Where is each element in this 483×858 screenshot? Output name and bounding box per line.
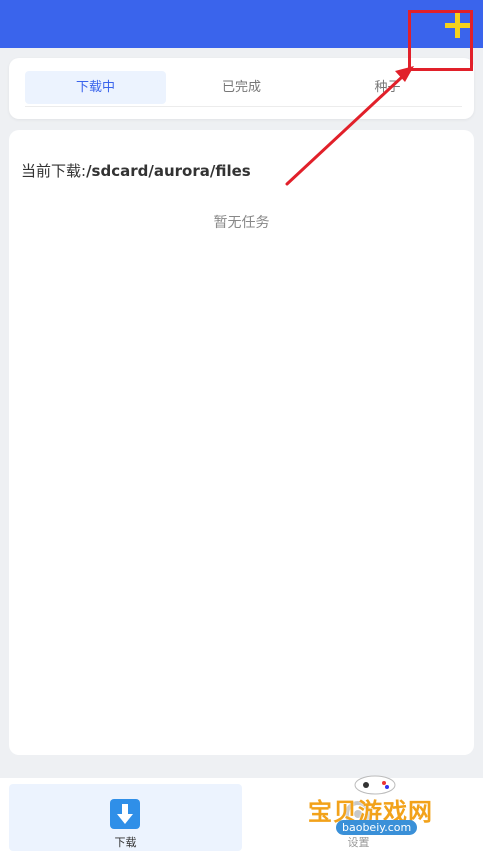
watermark-url: baobeiy.com xyxy=(336,820,418,835)
watermark-logo: 宝贝游戏网 baobeiy.com xyxy=(300,768,460,858)
annotation-arrow xyxy=(285,66,414,186)
